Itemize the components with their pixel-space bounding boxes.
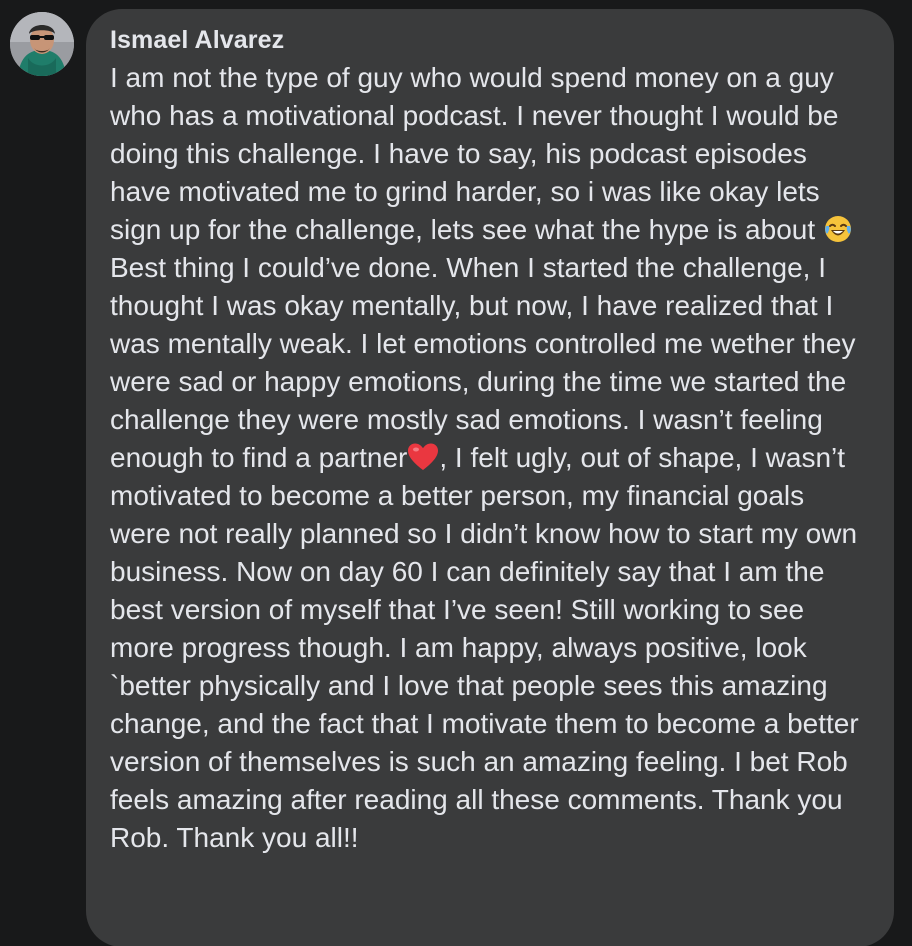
red-heart-emoji [407,442,439,472]
comment-text-part-2: Best thing I could’ve done. When I start… [110,252,856,473]
comment-text-part-1: I am not the type of guy who would spend… [110,62,839,245]
comment: Ismael Alvarez I am not the type of guy … [0,0,912,946]
comment-text: I am not the type of guy who would spend… [110,59,872,857]
avatar[interactable] [10,12,74,76]
avatar-photo [10,12,74,76]
comment-text-part-3: , I felt ugly, out of shape, I wasn’t mo… [110,442,859,853]
laughing-tears-emoji [823,214,853,244]
comment-author[interactable]: Ismael Alvarez [110,25,872,55]
comment-bubble: Ismael Alvarez I am not the type of guy … [86,9,894,946]
